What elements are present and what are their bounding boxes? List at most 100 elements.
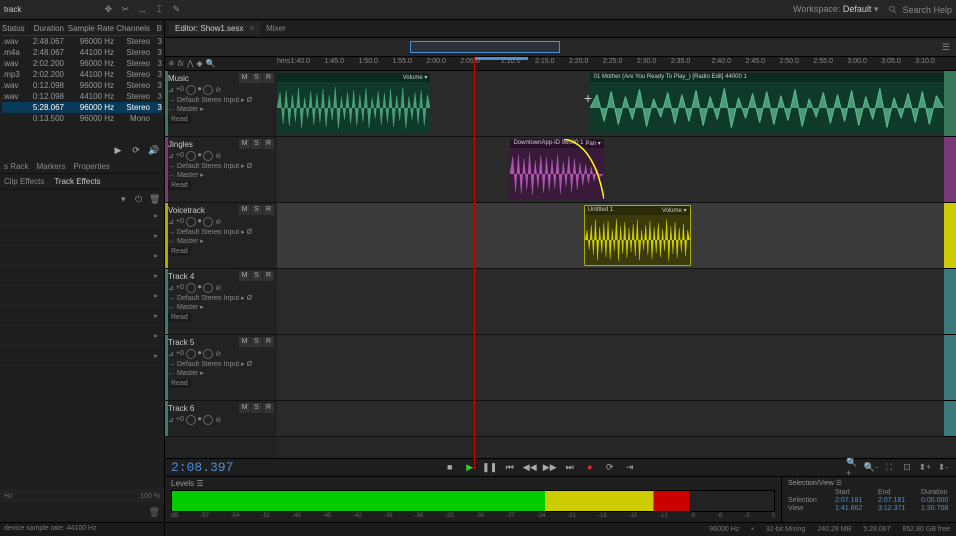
navigator[interactable]: ☰ xyxy=(165,38,956,58)
tab-editor[interactable]: Editor: Show1.sesx× xyxy=(169,22,260,35)
rewind-button[interactable]: ◀◀ xyxy=(523,460,537,474)
pan-knob[interactable] xyxy=(186,283,196,293)
solo-button[interactable]: S xyxy=(251,205,262,215)
time-display[interactable]: 2:08.397 xyxy=(171,460,233,475)
vol-knob[interactable] xyxy=(203,151,213,161)
track-color-3[interactable] xyxy=(944,203,956,269)
trash-bin-icon[interactable]: 🗑 xyxy=(149,507,160,517)
view-start[interactable]: 1:41.662 xyxy=(835,505,877,512)
vol-knob[interactable] xyxy=(203,217,213,227)
view-dur[interactable]: 1:30.708 xyxy=(921,505,956,512)
loop-icon[interactable]: ⟳ xyxy=(130,144,142,156)
playhead[interactable] xyxy=(474,57,475,470)
pan-knob[interactable] xyxy=(186,415,196,425)
file-row[interactable]: 0:13.50096000 HzMono xyxy=(2,113,162,124)
vol-knob[interactable] xyxy=(203,85,213,95)
time-tool-icon[interactable]: ⌶ xyxy=(152,3,166,17)
mute-button[interactable]: M xyxy=(239,139,250,149)
forward-button[interactable]: ▶▶ xyxy=(543,460,557,474)
sel-end[interactable]: 2:07.181 xyxy=(878,497,920,504)
clip-music-1[interactable]: Volume ▾ xyxy=(277,73,430,134)
col-channels[interactable]: Channels xyxy=(114,24,150,33)
track-header-4[interactable]: Track 4 MSR ⊿+0⏺⊘ → Default Stereo Input… xyxy=(165,269,277,335)
panel-menu-icon[interactable]: ☰ xyxy=(942,42,950,53)
skip-back-button[interactable]: ⏮ xyxy=(503,460,517,474)
effect-slot[interactable]: ▸ xyxy=(0,226,164,246)
col-status[interactable]: Status xyxy=(2,24,24,33)
close-tab-icon[interactable]: × xyxy=(250,24,255,33)
record-button[interactable]: ● xyxy=(583,460,597,474)
volume-icon[interactable]: 🔊 xyxy=(148,144,160,156)
solo-button[interactable]: S xyxy=(251,403,262,413)
mute-button[interactable]: M xyxy=(239,403,250,413)
timeline-ruler[interactable]: hms 1:40.0 1:45.0 1:50.0 1:55.0 2:00.0 2… xyxy=(277,57,956,70)
track-header-music[interactable]: Music MSR ⊿+0⏺⊘ → Default Stereo Input ▸… xyxy=(165,71,277,137)
automation-mode[interactable]: Read xyxy=(168,181,191,190)
zoom-full-icon[interactable]: ⛶ xyxy=(882,460,896,474)
record-button[interactable]: R xyxy=(263,271,274,281)
record-button[interactable]: R xyxy=(263,139,274,149)
vol-knob[interactable] xyxy=(203,283,213,293)
trash-icon[interactable]: 🗑 xyxy=(149,194,160,205)
tab-rack[interactable]: s Rack xyxy=(4,162,28,171)
vol-knob[interactable] xyxy=(203,415,213,425)
automation-mode[interactable]: Read xyxy=(168,247,191,256)
effect-slot[interactable]: ▸ xyxy=(0,266,164,286)
pan-knob[interactable] xyxy=(186,151,196,161)
solo-button[interactable]: S xyxy=(251,271,262,281)
lane-4[interactable] xyxy=(277,269,944,335)
col-bit[interactable]: B xyxy=(150,24,162,33)
zoom-in-v-icon[interactable]: ⬍+ xyxy=(918,460,932,474)
automation-mode[interactable]: Read xyxy=(168,379,191,388)
lane-5[interactable] xyxy=(277,335,944,401)
play-icon[interactable]: ▶ xyxy=(112,144,124,156)
lane-jingles[interactable]: DowntownApp-ID 96000 1Pan ▾ xyxy=(277,137,944,203)
col-samplerate[interactable]: Sample Rate xyxy=(64,24,114,33)
slip-tool-icon[interactable]: ↔ xyxy=(135,3,149,17)
clip-voice[interactable]: Untitled 1Volume ▾ xyxy=(584,205,691,266)
viewport-indicator[interactable] xyxy=(410,41,560,54)
clip-music-2[interactable]: 01 Mother (Are You Ready To Play_) [Radi… xyxy=(590,73,944,134)
loop-button[interactable]: ⟳ xyxy=(603,460,617,474)
power-icon[interactable]: ⏻ xyxy=(135,194,146,205)
col-duration[interactable]: Duration xyxy=(24,24,64,33)
skip-fwd-button[interactable]: ⏭ xyxy=(563,460,577,474)
track-color-5[interactable] xyxy=(944,335,956,401)
mute-button[interactable]: M xyxy=(239,337,250,347)
file-row[interactable]: .wav0:12.09896000 HzStereo3 xyxy=(2,80,162,91)
vol-knob[interactable] xyxy=(203,349,213,359)
track-color-1[interactable] xyxy=(944,71,956,137)
track-color-6[interactable] xyxy=(944,401,956,437)
zoom-out-icon[interactable]: 🔍- xyxy=(864,460,878,474)
clip-jingle[interactable]: DowntownApp-ID 96000 1Pan ▾ xyxy=(510,139,603,200)
snap-icon[interactable]: ⁜ xyxy=(168,59,175,68)
record-button[interactable]: R xyxy=(263,403,274,413)
fx-icon[interactable]: fx xyxy=(178,59,184,68)
tab-markers[interactable]: Markers xyxy=(36,162,65,171)
brush-tool-icon[interactable]: ✎ xyxy=(169,3,183,17)
record-button[interactable]: R xyxy=(263,337,274,347)
pause-button[interactable]: ❚❚ xyxy=(483,460,497,474)
tab-clip-effects[interactable]: Clip Effects xyxy=(4,177,44,186)
effect-slot[interactable]: ▸ xyxy=(0,286,164,306)
track-header-jingles[interactable]: Jingles MSR ⊿+0⏺⊘ → Default Stereo Input… xyxy=(165,137,277,203)
razor-tool-icon[interactable]: ✂ xyxy=(118,3,132,17)
keyframe-icon[interactable]: ◆ xyxy=(197,59,203,68)
pan-knob[interactable] xyxy=(186,217,196,227)
envelope-icon[interactable]: ⋀ xyxy=(187,59,194,68)
effect-slot[interactable]: ▸ xyxy=(0,326,164,346)
zoom-sel-icon[interactable]: ⊡ xyxy=(900,460,914,474)
file-row[interactable]: .mp32:02.20044100 HzStereo3 xyxy=(2,69,162,80)
mute-button[interactable]: M xyxy=(239,205,250,215)
lane-voicetrack[interactable]: Untitled 1Volume ▾ xyxy=(277,203,944,269)
lane-6[interactable] xyxy=(277,401,944,437)
track-color-2[interactable] xyxy=(944,137,956,203)
record-button[interactable]: R xyxy=(263,205,274,215)
pan-knob[interactable] xyxy=(186,349,196,359)
presets-icon[interactable]: ▾ xyxy=(121,194,132,205)
automation-mode[interactable]: Read xyxy=(168,115,191,124)
pan-knob[interactable] xyxy=(186,85,196,95)
mute-button[interactable]: M xyxy=(239,271,250,281)
skip-selection-button[interactable]: ⇥ xyxy=(623,460,637,474)
file-row[interactable]: .wav0:12.09844100 HzStereo3 xyxy=(2,91,162,102)
